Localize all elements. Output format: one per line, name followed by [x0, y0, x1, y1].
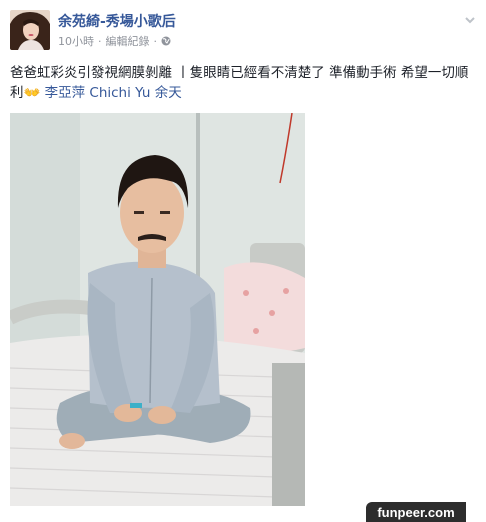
edit-history-link[interactable]: 編輯紀錄 — [106, 33, 150, 49]
post-meta: 10小時 · 編輯紀錄 · — [58, 33, 171, 49]
facebook-post: 余苑綺-秀場小歌后 10小時 · 編輯紀錄 · 爸爸虹彩炎引發視網膜剝離 丨隻眼… — [0, 0, 486, 522]
praise-hands-emoji: 👐 — [23, 85, 41, 101]
post-text: 爸爸虹彩炎引發視網膜剝離 丨隻眼睛已經看不清楚了 準備動手術 希望一切順利👐 李… — [10, 63, 478, 103]
tag-link-li-ya-ping[interactable]: 李亞萍 — [45, 85, 86, 101]
post-photo[interactable] — [10, 113, 305, 506]
author-name[interactable]: 余苑綺-秀場小歌后 — [58, 11, 176, 31]
watermark: funpeer.com — [366, 502, 466, 522]
chevron-down-icon[interactable] — [464, 14, 476, 26]
avatar[interactable] — [10, 10, 50, 50]
hospital-photo — [10, 113, 305, 506]
tag-link-chichi-yu[interactable]: Chichi Yu 余天 — [89, 85, 181, 101]
meta-separator-2: · — [153, 34, 158, 48]
post-timestamp[interactable]: 10小時 — [58, 33, 94, 49]
avatar-image — [10, 10, 50, 50]
meta-separator: · — [98, 34, 102, 48]
globe-icon — [161, 36, 171, 46]
